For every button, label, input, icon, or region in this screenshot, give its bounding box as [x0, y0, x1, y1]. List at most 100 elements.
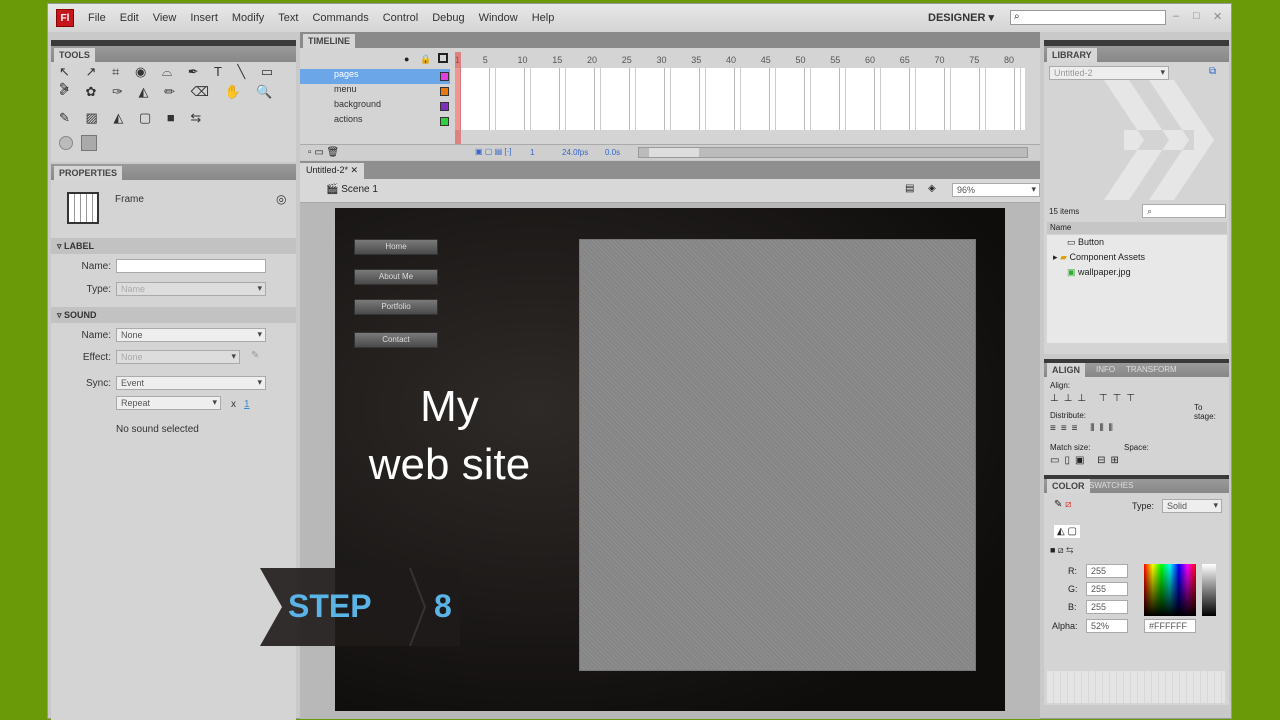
tab-color[interactable]: COLOR [1047, 479, 1090, 493]
library-search-input[interactable]: ⌕ [1142, 204, 1226, 218]
red-input[interactable]: 255 [1086, 564, 1128, 578]
frame-grid[interactable] [455, 68, 1025, 130]
menu-modify[interactable]: Modify [232, 12, 264, 24]
frame-number[interactable]: 20 [587, 55, 597, 65]
layer-menu[interactable]: menu [300, 84, 450, 99]
close-button[interactable]: ✕ [1213, 10, 1222, 23]
tab-library[interactable]: LIBRARY [1047, 48, 1097, 62]
menu-file[interactable]: File [88, 12, 106, 24]
nav-button-contact[interactable]: Contact [354, 332, 438, 348]
edit-envelope-icon[interactable]: ✎ [251, 350, 259, 361]
help-icon[interactable]: ◎ [276, 192, 286, 206]
frame-name-input[interactable] [116, 259, 266, 273]
frame-number[interactable]: 30 [657, 55, 667, 65]
library-document-select[interactable]: Untitled-2 [1049, 66, 1169, 80]
stroke-color-icon[interactable]: ✎ ⧄ [1054, 499, 1072, 510]
sound-effect-select[interactable]: None [116, 350, 240, 364]
zoom-select[interactable]: 96% [952, 183, 1040, 197]
onion-skin-icons[interactable]: ▣ ▢ ▤ [·] [475, 147, 511, 156]
tab-swatches[interactable]: SWATCHES [1089, 481, 1133, 490]
section-label[interactable]: ▿ LABEL [51, 238, 296, 254]
menu-help[interactable]: Help [532, 12, 555, 24]
nav-button-about[interactable]: About Me [354, 269, 438, 285]
frame-number[interactable]: 55 [830, 55, 840, 65]
close-tab-icon[interactable]: ✕ [351, 165, 359, 175]
frame-number[interactable]: 40 [726, 55, 736, 65]
library-item[interactable]: ▸ ▰ Component Assets [1047, 250, 1227, 265]
frame-number[interactable]: 65 [900, 55, 910, 65]
tab-align[interactable]: ALIGN [1047, 363, 1085, 377]
menu-text[interactable]: Text [278, 12, 298, 24]
menu-edit[interactable]: Edit [120, 12, 139, 24]
distribute-buttons[interactable]: ≡≡≡ ⫴⫴⫴ [1050, 423, 1118, 434]
tab-properties[interactable]: PROPERTIES [54, 166, 123, 180]
match-size-buttons[interactable]: ▭▯▣ ⊟⊞ [1050, 455, 1124, 466]
frame-number[interactable]: 45 [761, 55, 771, 65]
repeat-count[interactable]: 1 [244, 399, 250, 410]
frame-number[interactable]: 10 [518, 55, 528, 65]
swap-colors-icon[interactable]: ■ ⧄ ⇆ [1050, 545, 1073, 556]
frame-number[interactable]: 15 [552, 55, 562, 65]
timeline-scrollbar[interactable] [638, 147, 1028, 158]
library-column-name[interactable]: Name [1047, 222, 1227, 234]
snap-icon[interactable] [59, 136, 73, 150]
align-buttons[interactable]: ⊥⊥⊥ ⊤⊤⊤ [1050, 393, 1140, 404]
edit-scene-icon[interactable]: ▤ [905, 183, 914, 194]
menu-debug[interactable]: Debug [432, 12, 464, 24]
sound-sync-select[interactable]: Event [116, 376, 266, 390]
menu-view[interactable]: View [153, 12, 177, 24]
to-stage-toggle[interactable]: To stage: [1194, 403, 1224, 421]
blue-input[interactable]: 255 [1086, 600, 1128, 614]
fill-color-icon[interactable]: ◭ ▢ [1054, 525, 1080, 538]
label-type-select[interactable]: Name [116, 282, 266, 296]
workspace-switcher[interactable]: DESIGNER ▾ [928, 11, 994, 24]
frame-number[interactable]: 60 [865, 55, 875, 65]
new-library-panel-icon[interactable]: ⧉ [1209, 66, 1216, 77]
brightness-slider[interactable] [1202, 564, 1216, 616]
frame-number[interactable]: 75 [969, 55, 979, 65]
layer-background[interactable]: background [300, 99, 450, 114]
menu-insert[interactable]: Insert [190, 12, 218, 24]
library-item[interactable]: ▭ Button [1047, 235, 1227, 250]
frame-number[interactable]: 5 [483, 55, 488, 65]
section-sound[interactable]: ▿ SOUND [51, 307, 296, 323]
frame-number[interactable]: 70 [935, 55, 945, 65]
maximize-button[interactable]: □ [1193, 10, 1200, 22]
outline-icon[interactable] [438, 53, 448, 63]
tab-document[interactable]: Untitled-2* ✕ [300, 163, 365, 179]
minimize-button[interactable]: – [1173, 10, 1179, 22]
sound-repeat-select[interactable]: Repeat [116, 396, 221, 410]
scene-breadcrumb[interactable]: 🎬 Scene 1 [326, 184, 378, 195]
frame-number[interactable]: 80 [1004, 55, 1014, 65]
new-layer-icon[interactable]: ▫ ▭ 🗑 [308, 147, 339, 158]
smooth-icon[interactable] [81, 135, 97, 151]
content-area[interactable] [579, 239, 976, 671]
tab-tools[interactable]: TOOLS [54, 48, 95, 62]
tab-timeline[interactable]: TIMELINE [303, 34, 355, 48]
frame-number[interactable]: 25 [622, 55, 632, 65]
sound-name-select[interactable]: None [116, 328, 266, 342]
menu-control[interactable]: Control [383, 12, 418, 24]
nav-button-home[interactable]: Home [354, 239, 438, 255]
nav-button-portfolio[interactable]: Portfolio [354, 299, 438, 315]
hex-input[interactable]: #FFFFFF [1144, 619, 1196, 633]
tab-info[interactable]: INFO [1096, 365, 1115, 374]
library-item[interactable]: ▣ wallpaper.jpg [1047, 265, 1227, 280]
help-search-input[interactable]: ⌕ [1010, 10, 1166, 25]
color-type-select[interactable]: Solid [1162, 499, 1222, 513]
green-input[interactable]: 255 [1086, 582, 1128, 596]
tab-transform[interactable]: TRANSFORM [1126, 365, 1177, 374]
frame-number[interactable]: 35 [691, 55, 701, 65]
alpha-input[interactable]: 52% [1086, 619, 1128, 633]
color-spectrum[interactable] [1144, 564, 1196, 616]
tool-row-colors[interactable]: ✎ ▨ ◭ ▢ ■ ⇆ [59, 110, 207, 126]
edit-symbol-icon[interactable]: ◈ [928, 183, 936, 194]
tool-row-drawing[interactable]: ✐ ✿ ✑ ◭ ✏ ⌫ ✋ 🔍 [59, 84, 279, 100]
layer-actions[interactable]: actions [300, 114, 450, 129]
frame-rate[interactable]: 24.0fps [562, 148, 588, 157]
eye-icon[interactable]: ● [404, 54, 409, 64]
menu-commands[interactable]: Commands [312, 12, 368, 24]
layer-pages[interactable]: pages [300, 69, 450, 84]
frame-number[interactable]: 50 [796, 55, 806, 65]
menu-window[interactable]: Window [479, 12, 518, 24]
